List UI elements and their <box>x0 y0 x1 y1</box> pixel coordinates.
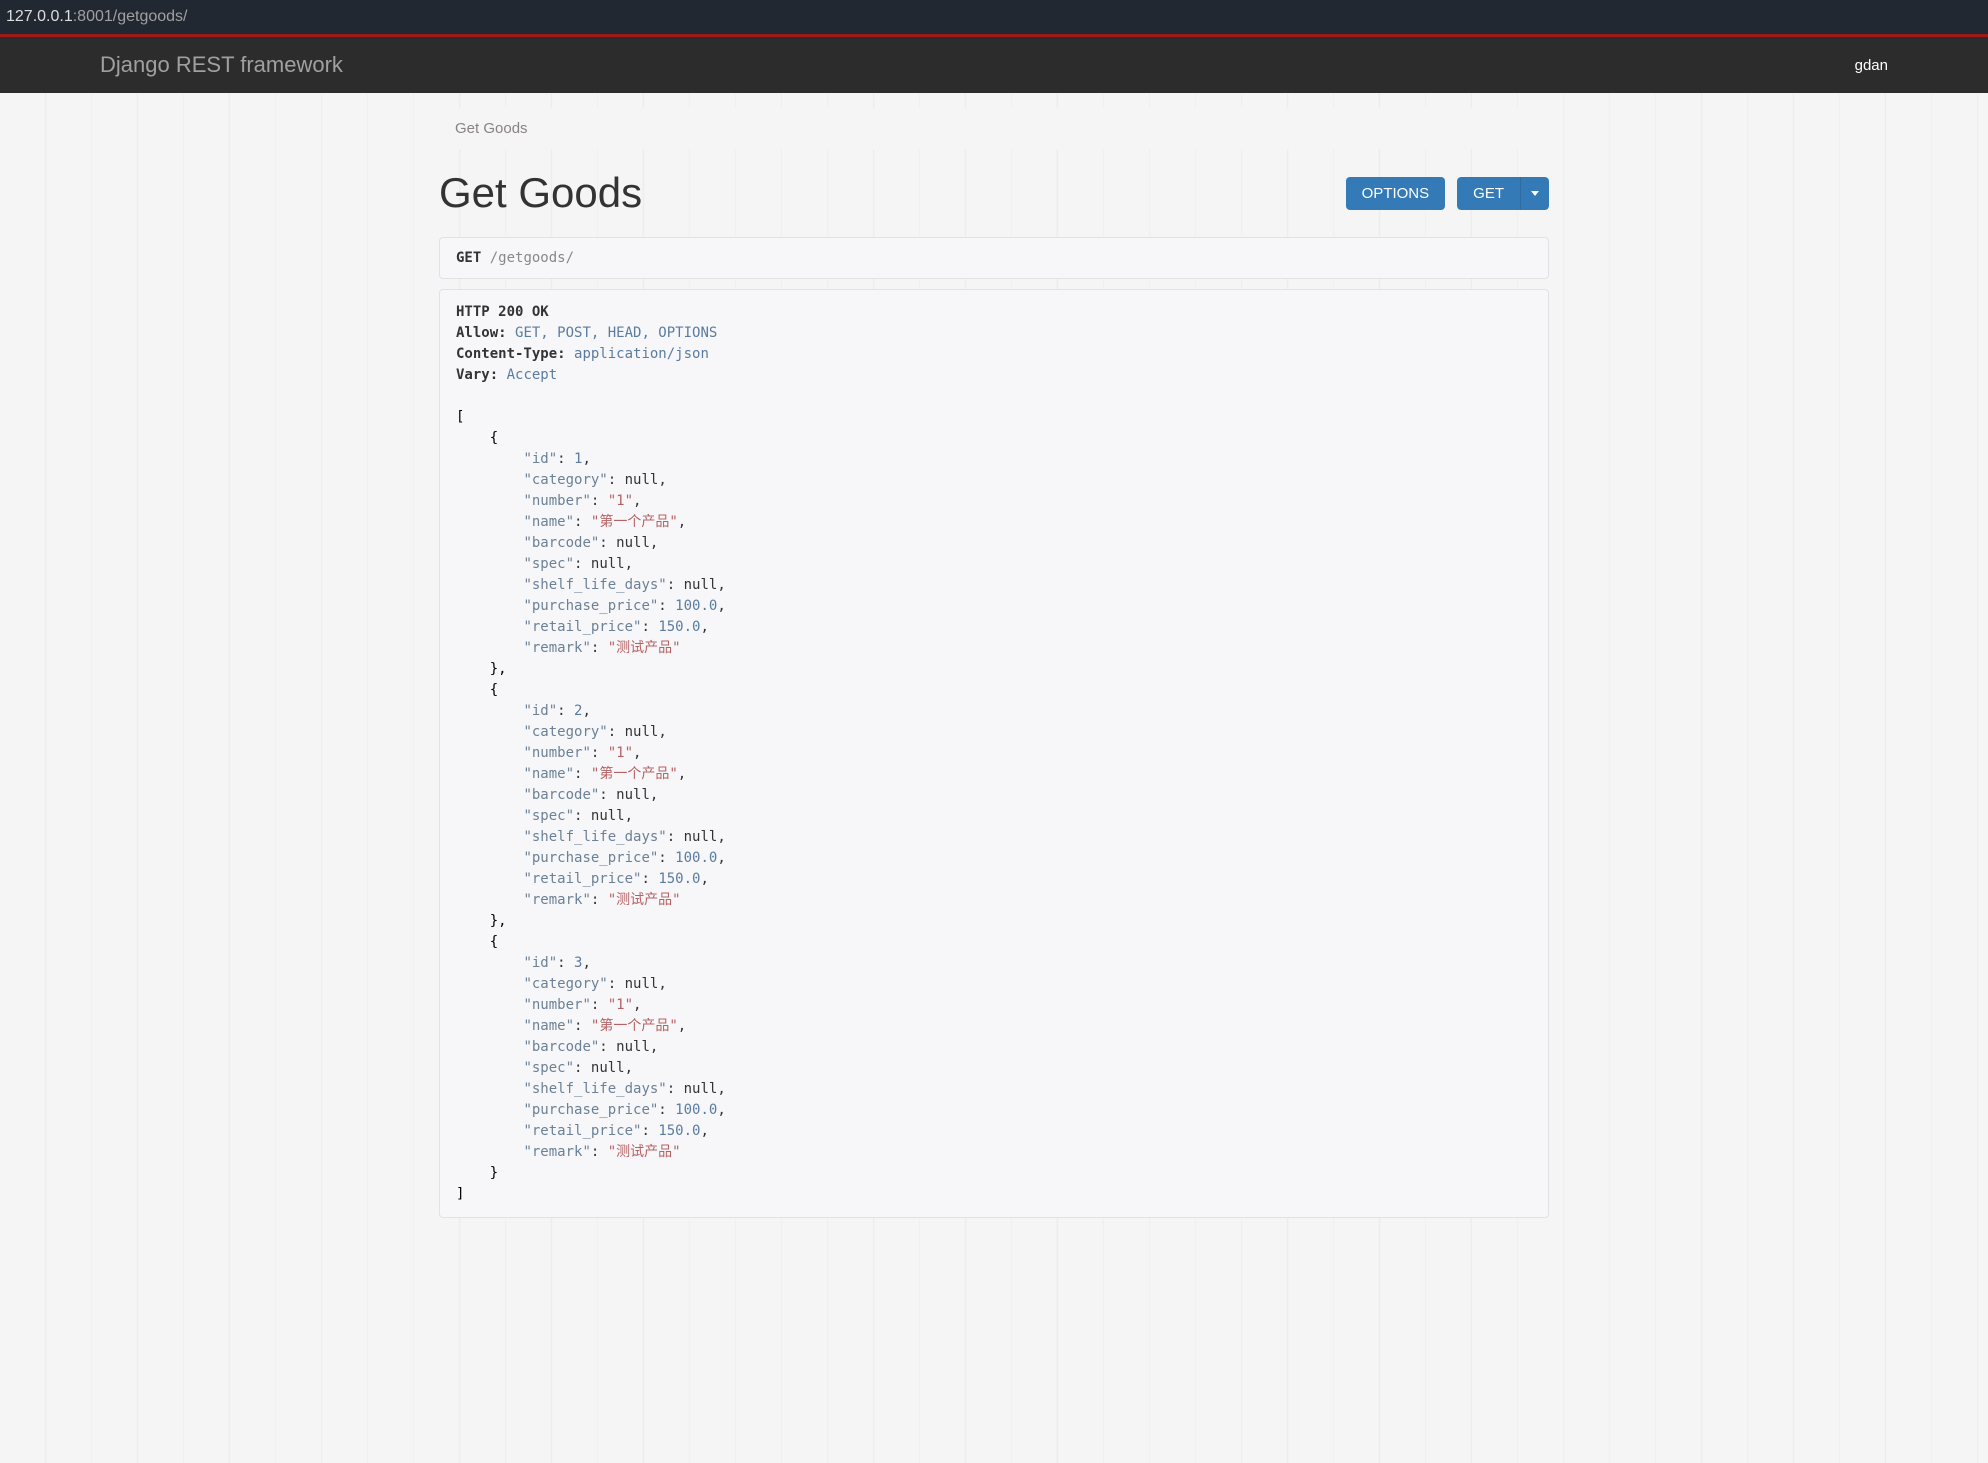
header-allow-value: GET, POST, HEAD, OPTIONS <box>515 325 717 341</box>
request-path: /getgoods/ <box>490 250 574 266</box>
get-button[interactable]: GET <box>1457 177 1520 210</box>
response-info: HTTP 200 OK Allow: GET, POST, HEAD, OPTI… <box>439 289 1549 1218</box>
breadcrumb: Get Goods <box>439 108 1549 149</box>
response-body: [ { "id": 1, "category": null, "number":… <box>456 409 726 1202</box>
page-title: Get Goods <box>439 169 642 217</box>
request-info: GET /getgoods/ <box>439 237 1549 279</box>
header-content-type-value: application/json <box>574 346 709 362</box>
chevron-down-icon <box>1531 191 1539 196</box>
breadcrumb-item[interactable]: Get Goods <box>455 120 528 137</box>
url-host: 127.0.0.1 <box>6 8 73 25</box>
user-menu[interactable]: gdan <box>1855 57 1888 74</box>
header-vary-value: Accept <box>507 367 558 383</box>
options-button[interactable]: OPTIONS <box>1346 177 1446 210</box>
header-vary-key: Vary: <box>456 367 498 383</box>
get-dropdown-toggle[interactable] <box>1520 177 1549 210</box>
get-button-group: GET <box>1457 177 1549 210</box>
request-method: GET <box>456 250 481 266</box>
url-path: :8001/getgoods/ <box>73 8 188 25</box>
header-content-type-key: Content-Type: <box>456 346 566 362</box>
brand-link[interactable]: Django REST framework <box>100 52 343 78</box>
browser-address-bar[interactable]: 127.0.0.1:8001/getgoods/ <box>0 0 1988 34</box>
header-allow-key: Allow: <box>456 325 507 341</box>
response-status: HTTP 200 OK <box>456 304 549 320</box>
navbar: Django REST framework gdan <box>0 37 1988 93</box>
